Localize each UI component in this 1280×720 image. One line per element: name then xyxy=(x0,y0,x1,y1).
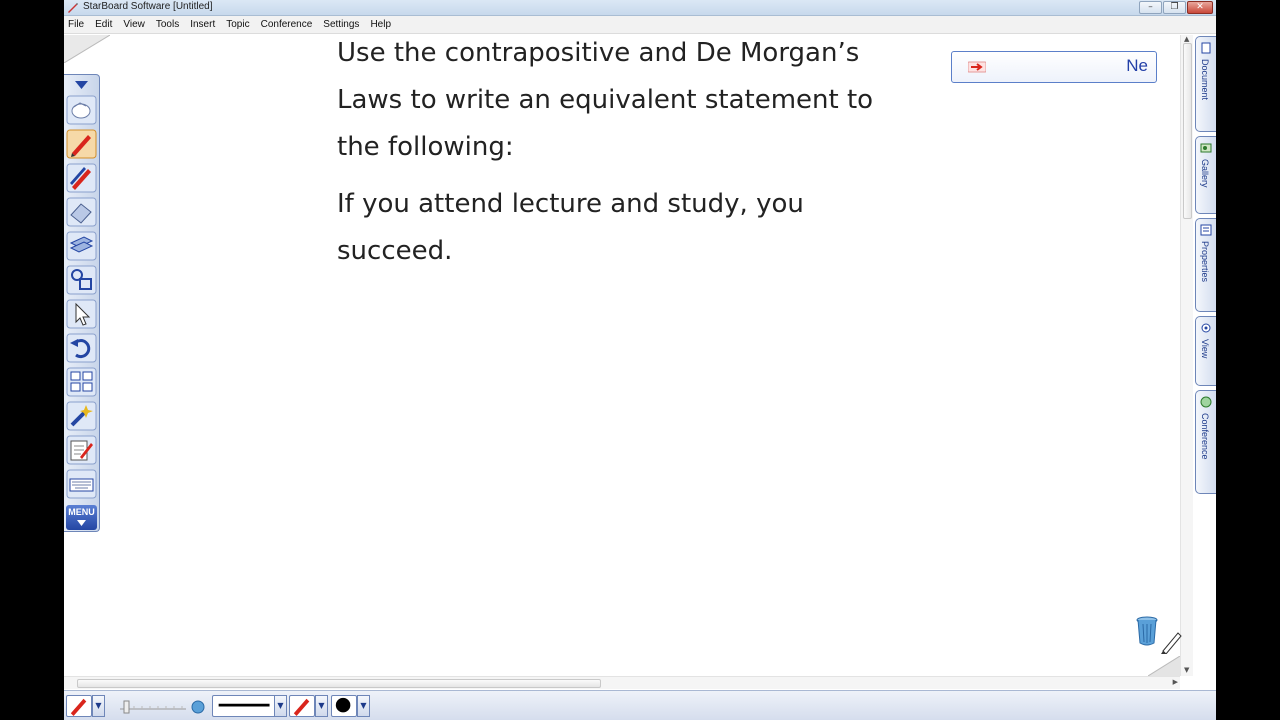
eraser-button[interactable] xyxy=(66,197,97,227)
pen-cursor-icon xyxy=(1161,632,1182,654)
pen-icon xyxy=(293,698,310,716)
bottom-pen-bar: ▼ ▼ ▼ ▼ xyxy=(64,690,1216,720)
menu-settings[interactable]: Settings xyxy=(323,19,359,30)
vertical-scrollbar[interactable]: ▲ ▼ xyxy=(1180,35,1193,676)
pen-color-dropdown[interactable]: ▼ xyxy=(357,695,370,717)
document-icon xyxy=(1201,42,1211,54)
chevron-down-icon xyxy=(77,520,86,526)
minimize-button[interactable]: – xyxy=(1139,1,1162,14)
undo-button[interactable] xyxy=(66,333,97,363)
conference-icon xyxy=(1200,396,1212,408)
pen-type-dropdown[interactable]: ▼ xyxy=(92,695,105,717)
line-width-box[interactable] xyxy=(212,695,278,717)
properties-icon xyxy=(1200,224,1212,236)
menu-insert[interactable]: Insert xyxy=(190,19,215,30)
arrow-right-icon xyxy=(968,61,986,73)
menu-help[interactable]: Help xyxy=(370,19,391,30)
select-arrow-button[interactable] xyxy=(66,299,97,329)
menu-button[interactable]: MENU xyxy=(66,505,97,530)
gallery-icon xyxy=(1200,143,1212,153)
line-width-preview-icon xyxy=(218,703,270,707)
keyboard-button[interactable] xyxy=(66,469,97,499)
side-tabs: Document Gallery Properties View Confere… xyxy=(1195,36,1216,496)
menu-conference[interactable]: Conference xyxy=(261,19,313,30)
slide-text-line-5: succeed. xyxy=(337,236,453,266)
menu-tools[interactable]: Tools xyxy=(156,19,179,30)
menu-view[interactable]: View xyxy=(123,19,145,30)
page-fold-icon[interactable] xyxy=(64,35,110,63)
horizontal-scroll-thumb[interactable] xyxy=(77,679,601,688)
menu-edit[interactable]: Edit xyxy=(95,19,112,30)
name-box[interactable]: Ne xyxy=(951,51,1157,83)
eraser-icon xyxy=(66,197,97,227)
stacked-pages-icon xyxy=(66,231,97,261)
shapes-icon xyxy=(66,265,97,295)
whiteboard-canvas[interactable] xyxy=(64,35,1180,676)
tab-conference[interactable]: Conference xyxy=(1195,390,1216,494)
window-title: StarBoard Software [Untitled] xyxy=(83,1,213,12)
chevron-down-icon[interactable] xyxy=(66,77,97,93)
tab-gallery[interactable]: Gallery xyxy=(1195,136,1216,214)
vertical-scroll-thumb[interactable] xyxy=(1183,43,1192,219)
close-button[interactable]: ✕ xyxy=(1187,1,1213,14)
left-toolbar: MENU xyxy=(64,74,100,532)
magic-tool-icon xyxy=(66,401,97,431)
line-style-button[interactable] xyxy=(289,695,315,717)
horizontal-scrollbar[interactable]: ▶ xyxy=(64,676,1180,689)
title-bar: StarBoard Software [Untitled] – ❐ ✕ xyxy=(64,0,1216,16)
tab-gallery-label: Gallery xyxy=(1200,159,1210,188)
page-curl-icon[interactable] xyxy=(1148,656,1180,676)
scroll-down-icon[interactable]: ▼ xyxy=(1184,666,1189,674)
slide-text-line-1: Use the contrapositive and De Morgan’s xyxy=(337,38,860,68)
view-icon xyxy=(1201,323,1211,333)
restore-button[interactable]: ❐ xyxy=(1163,1,1186,14)
tab-document-label: Document xyxy=(1200,59,1210,101)
name-box-text: Ne xyxy=(1126,56,1148,75)
line-width-dropdown[interactable]: ▼ xyxy=(274,695,287,717)
edit-page-button[interactable] xyxy=(66,435,97,465)
pen-button[interactable] xyxy=(66,129,97,159)
tab-view-label: View xyxy=(1200,339,1210,359)
menu-topic[interactable]: Topic xyxy=(226,19,249,30)
slide-text-line-2: Laws to write an equivalent statement to xyxy=(337,85,874,115)
stacked-pages-button[interactable] xyxy=(66,231,97,261)
scroll-up-icon[interactable]: ▲ xyxy=(1184,35,1189,43)
line-style-dropdown[interactable]: ▼ xyxy=(315,695,328,717)
tab-view[interactable]: View xyxy=(1195,316,1216,386)
undo-icon xyxy=(66,333,97,363)
starboard-app-icon xyxy=(68,3,78,13)
select-arrow-icon xyxy=(66,299,97,329)
multi-pen-button[interactable] xyxy=(66,163,97,193)
magic-tool-button[interactable] xyxy=(66,401,97,431)
edit-page-icon xyxy=(66,435,97,465)
pen-color-button[interactable] xyxy=(331,695,357,717)
pointer-hand-button[interactable] xyxy=(66,95,97,125)
menu-button-label: MENU xyxy=(68,507,95,517)
pen-type-button[interactable] xyxy=(66,695,92,717)
tab-conference-label: Conference xyxy=(1200,413,1210,460)
shapes-button[interactable] xyxy=(66,265,97,295)
tab-properties[interactable]: Properties xyxy=(1195,218,1216,312)
keyboard-icon xyxy=(66,469,97,499)
trash-icon[interactable] xyxy=(1136,615,1158,647)
width-slider[interactable] xyxy=(116,697,208,715)
pen-icon xyxy=(66,129,97,159)
multi-pen-icon xyxy=(66,163,97,193)
layout-button[interactable] xyxy=(66,367,97,397)
color-dot-icon xyxy=(335,697,351,713)
slide-text-line-4: If you attend lecture and study, you xyxy=(337,189,804,219)
menu-file[interactable]: File xyxy=(68,19,84,30)
pen-icon xyxy=(70,698,87,716)
scroll-right-icon[interactable]: ▶ xyxy=(1173,678,1178,686)
starboard-window: StarBoard Software [Untitled] – ❐ ✕ File… xyxy=(64,0,1216,720)
pointer-hand-icon xyxy=(66,95,97,125)
layout-icon xyxy=(66,367,97,397)
slider-track-icon xyxy=(120,700,205,714)
tab-document[interactable]: Document xyxy=(1195,36,1216,132)
tab-properties-label: Properties xyxy=(1200,241,1210,283)
slide-text-line-3: the following: xyxy=(337,132,514,162)
